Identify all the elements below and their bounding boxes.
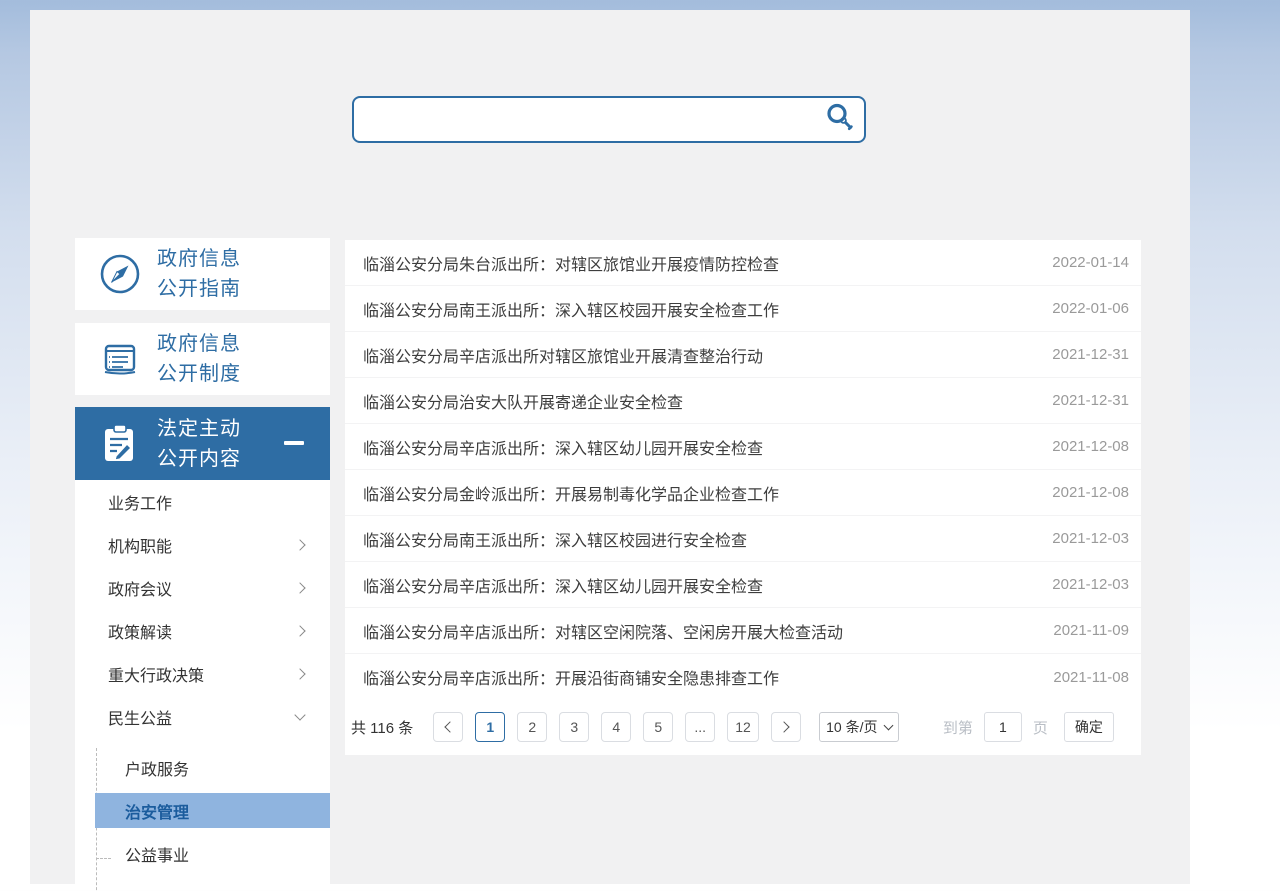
menu-item-label: 政府会议 [108,576,172,600]
article-date: 2021-12-08 [1052,438,1129,455]
page-button-4[interactable]: 4 [601,712,631,742]
article-title: 临淄公安分局辛店派出所：开展沿街商铺安全隐患排查工作 [363,665,779,689]
submenu-item-label: 户政服务 [125,756,189,780]
page-button-5[interactable]: 5 [643,712,673,742]
article-date: 2022-01-14 [1052,254,1129,271]
chevron-right-icon [779,721,790,732]
menu-item-organization[interactable]: 机构职能 [75,523,330,566]
page-button-12[interactable]: 12 [727,712,759,742]
article-date: 2021-12-03 [1052,576,1129,593]
article-title: 临淄公安分局辛店派出所：深入辖区幼儿园开展安全检查 [363,435,763,459]
minus-icon[interactable] [284,441,304,445]
page-ellipsis-button[interactable]: ... [685,712,715,742]
notebook-icon [97,336,143,382]
menu-item-business-work[interactable]: 业务工作 [75,480,330,523]
menu-item-major-decisions[interactable]: 重大行政决策 [75,652,330,695]
compass-icon [97,251,143,297]
submenu-item-label: 公益事业 [125,842,189,866]
article-title: 临淄公安分局朱台派出所：对辖区旅馆业开展疫情防控检查 [363,251,779,275]
menu-item-livelihood-welfare[interactable]: 民生公益 [75,695,330,738]
page-button-2[interactable]: 2 [517,712,547,742]
list-item[interactable]: 临淄公安分局南王派出所：深入辖区校园进行安全检查 2021-12-03 [345,516,1141,562]
search-button[interactable] [820,100,860,140]
article-date: 2021-12-31 [1052,392,1129,409]
submenu-item-label: 治安管理 [125,799,189,823]
article-title: 临淄公安分局南王派出所：深入辖区校园开展安全检查工作 [363,297,779,321]
menu-item-label: 机构职能 [108,533,172,557]
page-size-label: 10 条/页 [826,717,877,737]
list-item[interactable]: 临淄公安分局辛店派出所：开展沿街商铺安全隐患排查工作 2021-11-08 [345,654,1141,700]
article-title: 临淄公安分局辛店派出所：深入辖区幼儿园开展安全检查 [363,573,763,597]
sidebar-menu: 业务工作 机构职能 政府会议 政策解读 重大行政决策 民生公益 户政服务 治安管… [75,480,330,884]
article-title: 临淄公安分局金岭派出所：开展易制毒化学品企业检查工作 [363,481,779,505]
goto-prefix-label: 到第 [943,717,973,738]
page-button-3[interactable]: 3 [559,712,589,742]
page-size-select[interactable]: 10 条/页 [819,712,899,742]
list-item[interactable]: 临淄公安分局南王派出所：深入辖区校园开展安全检查工作 2022-01-06 [345,286,1141,332]
submenu-item-public-security[interactable]: 治安管理 [95,793,330,828]
list-item[interactable]: 临淄公安分局辛店派出所：深入辖区幼儿园开展安全检查 2021-12-03 [345,562,1141,608]
menu-item-government-meetings[interactable]: 政府会议 [75,566,330,609]
menu-item-label: 业务工作 [108,490,172,514]
list-item[interactable]: 临淄公安分局辛店派出所对辖区旅馆业开展清查整治行动 2021-12-31 [345,332,1141,378]
goto-suffix-label: 页 [1033,717,1048,738]
sidebar-card-guide[interactable]: 政府信息 公开指南 [75,238,330,310]
list-item[interactable]: 临淄公安分局金岭派出所：开展易制毒化学品企业检查工作 2021-12-08 [345,470,1141,516]
article-date: 2021-12-03 [1052,530,1129,547]
chevron-down-icon [883,721,893,731]
article-date: 2021-11-09 [1053,622,1129,639]
sidebar-card-label: 政府信息 公开指南 [157,244,241,304]
livelihood-submenu: 户政服务 治安管理 公益事业 [75,746,330,875]
confirm-button[interactable]: 确定 [1064,712,1114,742]
article-date: 2022-01-06 [1052,300,1129,317]
chevron-right-icon [294,668,305,679]
chevron-down-icon [294,709,305,720]
sidebar-card-label: 法定主动 公开内容 [157,414,241,474]
prev-page-button[interactable] [433,712,463,742]
menu-item-label: 民生公益 [108,705,172,729]
sidebar-card-system[interactable]: 政府信息 公开制度 [75,323,330,395]
chevron-right-icon [294,582,305,593]
article-date: 2021-12-31 [1052,346,1129,363]
clipboard-pencil-icon [97,421,143,467]
article-title: 临淄公安分局南王派出所：深入辖区校园进行安全检查 [363,527,747,551]
chevron-right-icon [294,539,305,550]
submenu-item-household-services[interactable]: 户政服务 [75,746,330,789]
menu-item-policy-interpretation[interactable]: 政策解读 [75,609,330,652]
list-item[interactable]: 临淄公安分局朱台派出所：对辖区旅馆业开展疫情防控检查 2022-01-14 [345,240,1141,286]
submenu-item-public-welfare[interactable]: 公益事业 [75,832,330,875]
article-list: 临淄公安分局朱台派出所：对辖区旅馆业开展疫情防控检查 2022-01-14 临淄… [345,240,1141,755]
menu-item-label: 重大行政决策 [108,662,204,686]
chevron-right-icon [294,625,305,636]
goto-page-input[interactable] [984,712,1022,742]
pagination-bar: 共 116 条 1 2 3 4 5 ... 12 10 条/页 到第 页 确定 [345,705,1141,749]
search-icon [824,102,856,137]
list-item[interactable]: 临淄公安分局治安大队开展寄递企业安全检查 2021-12-31 [345,378,1141,424]
list-item[interactable]: 临淄公安分局辛店派出所：深入辖区幼儿园开展安全检查 2021-12-08 [345,424,1141,470]
next-page-button[interactable] [771,712,801,742]
article-date: 2021-11-08 [1053,669,1129,686]
article-title: 临淄公安分局辛店派出所对辖区旅馆业开展清查整治行动 [363,343,763,367]
menu-item-label: 政策解读 [108,619,172,643]
article-title: 临淄公安分局治安大队开展寄递企业安全检查 [363,389,683,413]
chevron-left-icon [444,721,455,732]
list-item[interactable]: 临淄公安分局辛店派出所：对辖区空闲院落、空闲房开展大检查活动 2021-11-0… [345,608,1141,654]
sidebar-card-label: 政府信息 公开制度 [157,329,241,389]
article-title: 临淄公安分局辛店派出所：对辖区空闲院落、空闲房开展大检查活动 [363,619,843,643]
search-input[interactable] [354,98,820,141]
page-button-1[interactable]: 1 [475,712,505,742]
sidebar-card-legal-disclosure[interactable]: 法定主动 公开内容 [75,407,330,480]
article-date: 2021-12-08 [1052,484,1129,501]
total-count: 共 116 条 [351,717,413,738]
search-box [352,96,866,143]
